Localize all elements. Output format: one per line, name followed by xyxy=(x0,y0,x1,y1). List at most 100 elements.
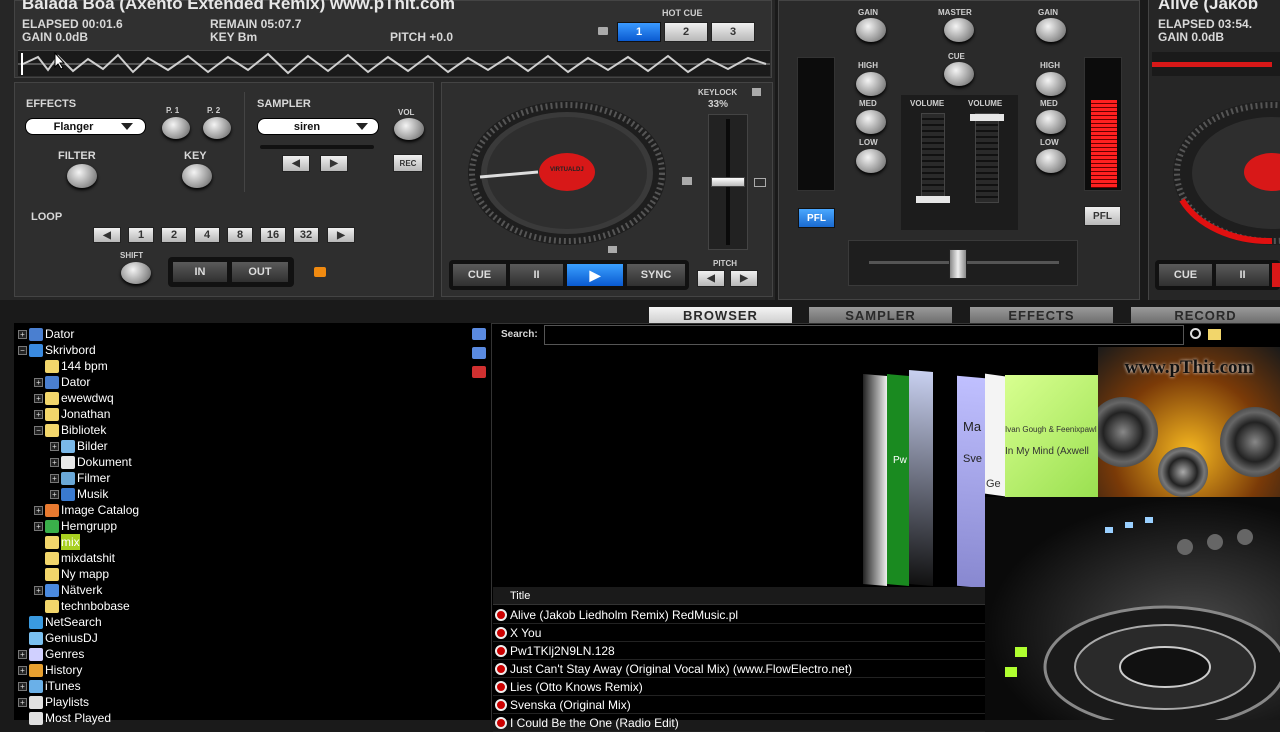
expand-icon[interactable]: + xyxy=(18,697,27,707)
search-icon[interactable] xyxy=(1190,328,1201,339)
high-right-knob[interactable] xyxy=(1036,72,1066,96)
pitch-up-button[interactable]: ▶ xyxy=(730,270,758,287)
expand-icon[interactable]: + xyxy=(34,377,43,387)
effect-p1-knob[interactable] xyxy=(162,117,190,139)
tree-item[interactable]: GeniusDJ xyxy=(18,630,98,646)
cover-flow[interactable]: Pw Ma Sve xyxy=(493,347,985,587)
pitch-slider[interactable] xyxy=(708,114,748,250)
sampler-next-button[interactable]: ▶ xyxy=(320,155,348,172)
tree-item[interactable]: mix xyxy=(34,534,80,550)
cue-button[interactable]: CUE xyxy=(452,263,507,287)
expand-icon[interactable]: + xyxy=(34,393,43,403)
pause-button[interactable]: II xyxy=(509,263,564,287)
track-row[interactable]: X You xyxy=(493,624,985,642)
sampler-vol-knob[interactable] xyxy=(394,118,424,140)
platter-lock-icon[interactable] xyxy=(682,177,692,185)
search-input[interactable] xyxy=(544,325,1184,345)
tree-item[interactable]: + Bilder xyxy=(50,438,108,454)
effect-p2-knob[interactable] xyxy=(203,117,231,139)
right-pause-button[interactable]: II xyxy=(1215,263,1270,287)
expand-icon[interactable]: + xyxy=(34,521,43,531)
tree-item[interactable]: − Bibliotek xyxy=(34,422,106,438)
track-row[interactable]: Alive (Jakob Liedholm Remix) RedMusic.pl xyxy=(493,606,985,624)
track-row[interactable]: Just Can't Stay Away (Original Vocal Mix… xyxy=(493,660,985,678)
album-cover[interactable]: Ivan Gough & Feenixpawl Feat. G In My Mi… xyxy=(1005,375,1098,497)
expand-icon[interactable]: + xyxy=(50,457,59,467)
tracks-header[interactable]: Title xyxy=(493,587,985,605)
tree-item[interactable]: mixdatshit xyxy=(34,550,115,566)
pitch-reset-icon[interactable] xyxy=(754,178,766,187)
waveform[interactable] xyxy=(18,50,770,76)
collapse-icon[interactable]: − xyxy=(34,425,43,435)
keylock-icon[interactable] xyxy=(752,88,761,96)
search-folder-icon[interactable] xyxy=(1208,329,1221,340)
key-knob[interactable] xyxy=(182,164,212,188)
loop-out-button[interactable]: OUT xyxy=(231,261,289,283)
tree-item[interactable]: technbobase xyxy=(34,598,130,614)
volume-right-fader-handle[interactable] xyxy=(970,114,1004,121)
lock-icon[interactable] xyxy=(598,27,608,35)
pfl-right-button[interactable]: PFL xyxy=(1084,206,1121,226)
tab-effects[interactable]: EFFECTS xyxy=(970,307,1113,323)
loop-prev-button[interactable]: ◀ xyxy=(93,227,121,243)
loop-next-button[interactable]: ▶ xyxy=(327,227,355,243)
tree-item[interactable]: + Genres xyxy=(18,646,84,662)
tree-item[interactable]: + Dokument xyxy=(50,454,132,470)
low-right-knob[interactable] xyxy=(1036,149,1066,173)
tree-item[interactable]: − Skrivbord xyxy=(18,342,96,358)
sample-select[interactable]: siren xyxy=(257,118,379,135)
loop-in-button[interactable]: IN xyxy=(172,261,228,283)
hot-cue-2-button[interactable]: 2 xyxy=(664,22,708,42)
gain-right-knob[interactable] xyxy=(1036,18,1066,42)
sampler-prev-button[interactable]: ◀ xyxy=(282,155,310,172)
tree-item[interactable]: + Hemgrupp xyxy=(34,518,117,534)
add-filter-icon[interactable] xyxy=(472,347,486,359)
tree-item[interactable]: + Dator xyxy=(34,374,90,390)
left-platter[interactable] xyxy=(466,100,668,250)
right-cue-button[interactable]: CUE xyxy=(1158,263,1213,287)
track-row[interactable]: Pw1TKlj2N9LN.128 xyxy=(493,642,985,660)
med-right-knob[interactable] xyxy=(1036,110,1066,134)
gain-left-knob[interactable] xyxy=(856,18,886,42)
expand-icon[interactable]: + xyxy=(18,649,27,659)
loop-1-button[interactable]: 1 xyxy=(128,227,154,243)
expand-icon[interactable]: + xyxy=(18,681,27,691)
platter-bottom-lock-icon[interactable] xyxy=(608,246,617,253)
tree-item[interactable]: + Image Catalog xyxy=(34,502,139,518)
add-folder-icon[interactable] xyxy=(472,328,486,340)
hot-cue-1-button[interactable]: 1 xyxy=(617,22,661,42)
tree-item[interactable]: + Nätverk xyxy=(34,582,102,598)
effect-select[interactable]: Flanger xyxy=(25,118,146,135)
high-left-knob[interactable] xyxy=(856,72,886,96)
filter-knob[interactable] xyxy=(67,164,97,188)
loop-2-button[interactable]: 2 xyxy=(161,227,187,243)
loop-16-button[interactable]: 16 xyxy=(260,227,286,243)
right-play-button[interactable] xyxy=(1272,263,1280,287)
rec-button[interactable]: REC xyxy=(393,154,423,172)
track-row[interactable]: Lies (Otto Knows Remix) xyxy=(493,678,985,696)
tree-item[interactable]: + iTunes xyxy=(18,678,81,694)
hot-cue-3-button[interactable]: 3 xyxy=(711,22,755,42)
loop-32-button[interactable]: 32 xyxy=(293,227,319,243)
tree-item[interactable]: + Musik xyxy=(50,486,108,502)
expand-icon[interactable]: + xyxy=(50,473,59,483)
right-waveform[interactable] xyxy=(1152,52,1280,76)
tab-browser[interactable]: BROWSER xyxy=(649,307,792,323)
tree-item[interactable]: 144 bpm xyxy=(34,358,108,374)
track-row[interactable]: I Could Be the One (Radio Edit) xyxy=(493,714,985,732)
pitch-down-button[interactable]: ◀ xyxy=(697,270,725,287)
tree-item[interactable]: + ewewdwq xyxy=(34,390,114,406)
tree-item[interactable]: + Playlists xyxy=(18,694,89,710)
loop-8-button[interactable]: 8 xyxy=(227,227,253,243)
album-cover[interactable] xyxy=(887,374,909,586)
low-left-knob[interactable] xyxy=(856,149,886,173)
crossfader-handle[interactable] xyxy=(949,249,967,279)
tree-item[interactable]: + Jonathan xyxy=(34,406,110,422)
expand-icon[interactable]: + xyxy=(34,409,43,419)
loop-4-button[interactable]: 4 xyxy=(194,227,220,243)
tree-item[interactable]: + Dator xyxy=(18,326,74,342)
tree-item[interactable]: + History xyxy=(18,662,82,678)
remove-folder-icon[interactable] xyxy=(472,366,486,378)
tree-item[interactable]: NetSearch xyxy=(18,614,102,630)
shift-knob[interactable] xyxy=(121,262,151,284)
